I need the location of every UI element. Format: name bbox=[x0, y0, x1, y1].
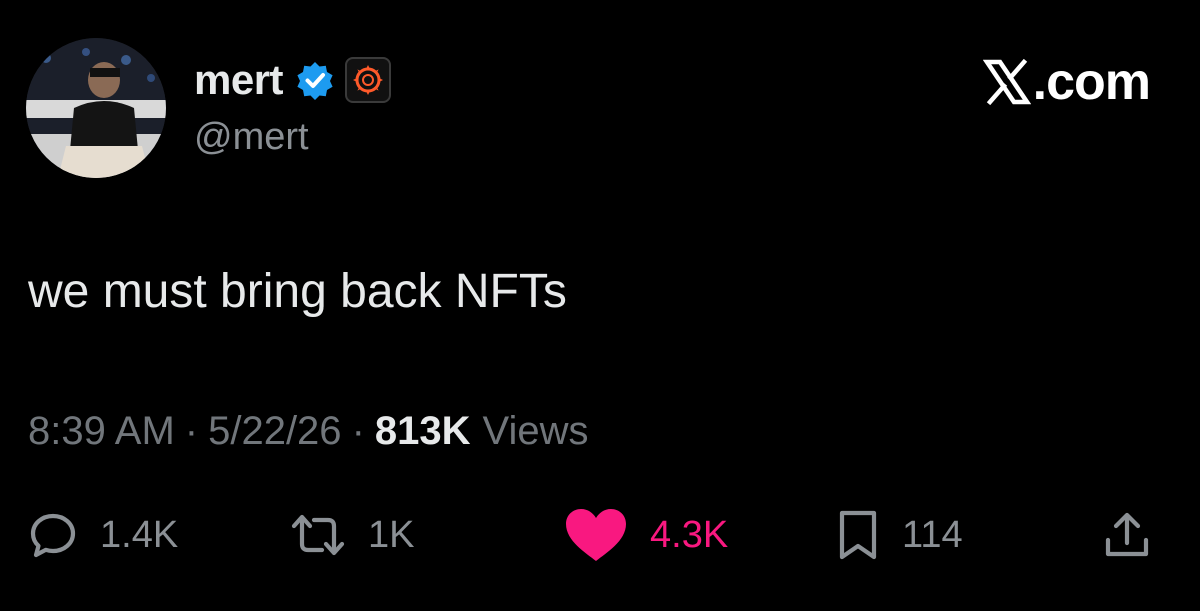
verified-badge-icon bbox=[297, 62, 333, 100]
repost-icon bbox=[291, 514, 345, 556]
repost-button[interactable]: 1K bbox=[290, 500, 414, 570]
x-brand: .com bbox=[982, 52, 1151, 112]
bookmark-icon bbox=[839, 510, 877, 560]
share-icon bbox=[1105, 512, 1149, 557]
x-logo-icon bbox=[982, 58, 1031, 106]
meta-separator: · bbox=[184, 409, 199, 453]
views-count[interactable]: 813K bbox=[375, 409, 471, 454]
repost-count: 1K bbox=[368, 513, 415, 556]
tweet-time[interactable]: 8:39 AM bbox=[28, 409, 175, 454]
heart-icon bbox=[566, 509, 626, 561]
reply-count: 1.4K bbox=[100, 513, 179, 556]
brand-domain: .com bbox=[1032, 53, 1151, 111]
display-name[interactable]: mert bbox=[194, 56, 284, 104]
like-count: 4.3K bbox=[650, 513, 729, 556]
avatar[interactable] bbox=[26, 38, 166, 178]
tweet-date[interactable]: 5/22/26 bbox=[208, 409, 341, 454]
like-button[interactable]: 4.3K bbox=[564, 500, 728, 570]
tweet-text: we must bring back NFTs bbox=[28, 265, 567, 318]
tweet-actions: 1.4K 1K 4.3K 114 bbox=[0, 500, 1200, 570]
bookmark-button[interactable]: 114 bbox=[836, 500, 963, 570]
reply-button[interactable]: 1.4K bbox=[28, 500, 178, 570]
author-handle[interactable]: @mert bbox=[194, 116, 309, 159]
bookmark-count: 114 bbox=[902, 513, 963, 556]
affiliate-badge-icon[interactable] bbox=[345, 57, 392, 103]
reply-icon bbox=[30, 513, 76, 558]
share-button[interactable] bbox=[1102, 500, 1152, 570]
views-label[interactable]: Views bbox=[483, 409, 589, 454]
tweet-meta: 8:39 AM · 5/22/26 · 813K Views bbox=[28, 409, 589, 454]
meta-separator: · bbox=[351, 409, 365, 453]
author-name-row: mert bbox=[194, 54, 392, 106]
